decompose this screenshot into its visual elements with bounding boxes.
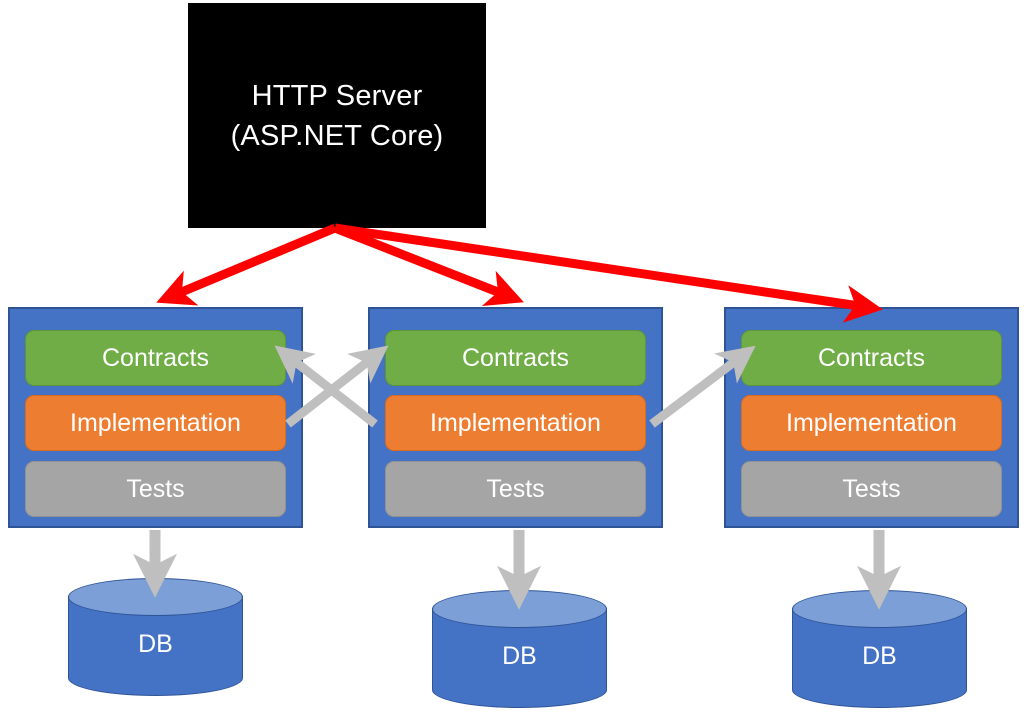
- database-cylinder-top-1: [68, 578, 243, 616]
- request-arrow-to-service-2: [333, 223, 524, 307]
- database-label-3: DB: [862, 642, 897, 670]
- database-cylinder-top-3: [792, 590, 967, 628]
- http-server-subtitle: (ASP.NET Core): [230, 119, 444, 152]
- request-arrow-to-service-1: [156, 223, 337, 306]
- service-1-implementation-layer[interactable]: Implementation: [25, 395, 286, 451]
- service-container-2[interactable]: Contracts Implementation Tests: [368, 307, 663, 528]
- service-3-implementation-layer[interactable]: Implementation: [741, 395, 1002, 451]
- database-node-2[interactable]: DB: [432, 590, 607, 716]
- service-2-tests-layer[interactable]: Tests: [385, 461, 646, 517]
- service-1-contracts-layer[interactable]: Contracts: [25, 330, 286, 386]
- service-1-tests-layer[interactable]: Tests: [25, 461, 286, 517]
- http-server-node[interactable]: HTTP Server (ASP.NET Core): [188, 3, 486, 228]
- http-server-title: HTTP Server: [251, 79, 423, 112]
- service-3-contracts-layer[interactable]: Contracts: [741, 330, 1002, 386]
- database-node-3[interactable]: DB: [792, 590, 967, 716]
- database-label-2: DB: [502, 642, 537, 670]
- database-cylinder-top-2: [432, 590, 607, 628]
- database-node-1[interactable]: DB: [68, 578, 243, 706]
- service-2-implementation-layer[interactable]: Implementation: [385, 395, 646, 451]
- service-3-tests-layer[interactable]: Tests: [741, 461, 1002, 517]
- database-label-1: DB: [138, 630, 173, 658]
- service-container-3[interactable]: Contracts Implementation Tests: [724, 307, 1019, 528]
- service-container-1[interactable]: Contracts Implementation Tests: [8, 307, 303, 528]
- diagram-canvas: HTTP Server (ASP.NET Core) Contracts Imp…: [0, 0, 1024, 716]
- request-arrow-to-service-3: [334, 223, 883, 323]
- service-2-contracts-layer[interactable]: Contracts: [385, 330, 646, 386]
